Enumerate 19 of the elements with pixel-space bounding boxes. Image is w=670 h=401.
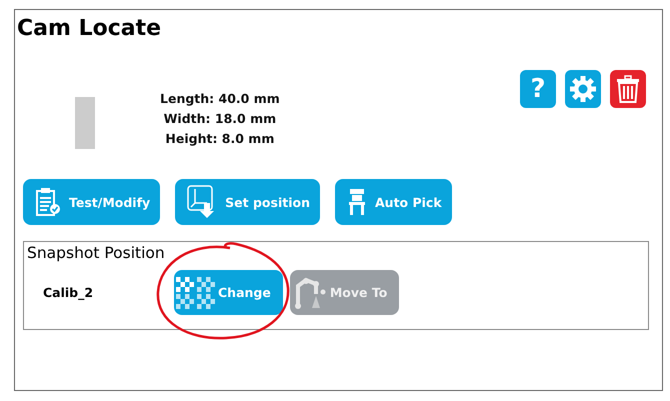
change-button[interactable]: Change xyxy=(174,270,283,315)
dimension-label: Height: 8.0 mm xyxy=(165,131,274,146)
section-title: Snapshot Position xyxy=(27,244,165,262)
test-button[interactable]: Test/Modify xyxy=(23,179,160,225)
pick-button[interactable]: Auto Pick xyxy=(335,179,452,225)
clipboard-check-icon xyxy=(35,187,61,217)
trash-icon xyxy=(616,75,640,103)
settings-button[interactable] xyxy=(565,70,601,108)
position-button[interactable]: Set position xyxy=(175,179,320,225)
position-name: Calib_2 xyxy=(42,285,94,300)
dimension-label: Length: 40.0 mm xyxy=(160,91,280,106)
page-title: Cam Locate xyxy=(17,16,162,41)
delete-button[interactable] xyxy=(610,70,646,108)
checkerboard-icon xyxy=(176,276,216,308)
gear-icon xyxy=(569,75,597,103)
dimension-label: Width: 18.0 mm xyxy=(164,111,276,126)
help-button[interactable]: ? xyxy=(520,70,556,108)
gripper-icon xyxy=(347,187,367,217)
part-shape xyxy=(75,97,95,149)
